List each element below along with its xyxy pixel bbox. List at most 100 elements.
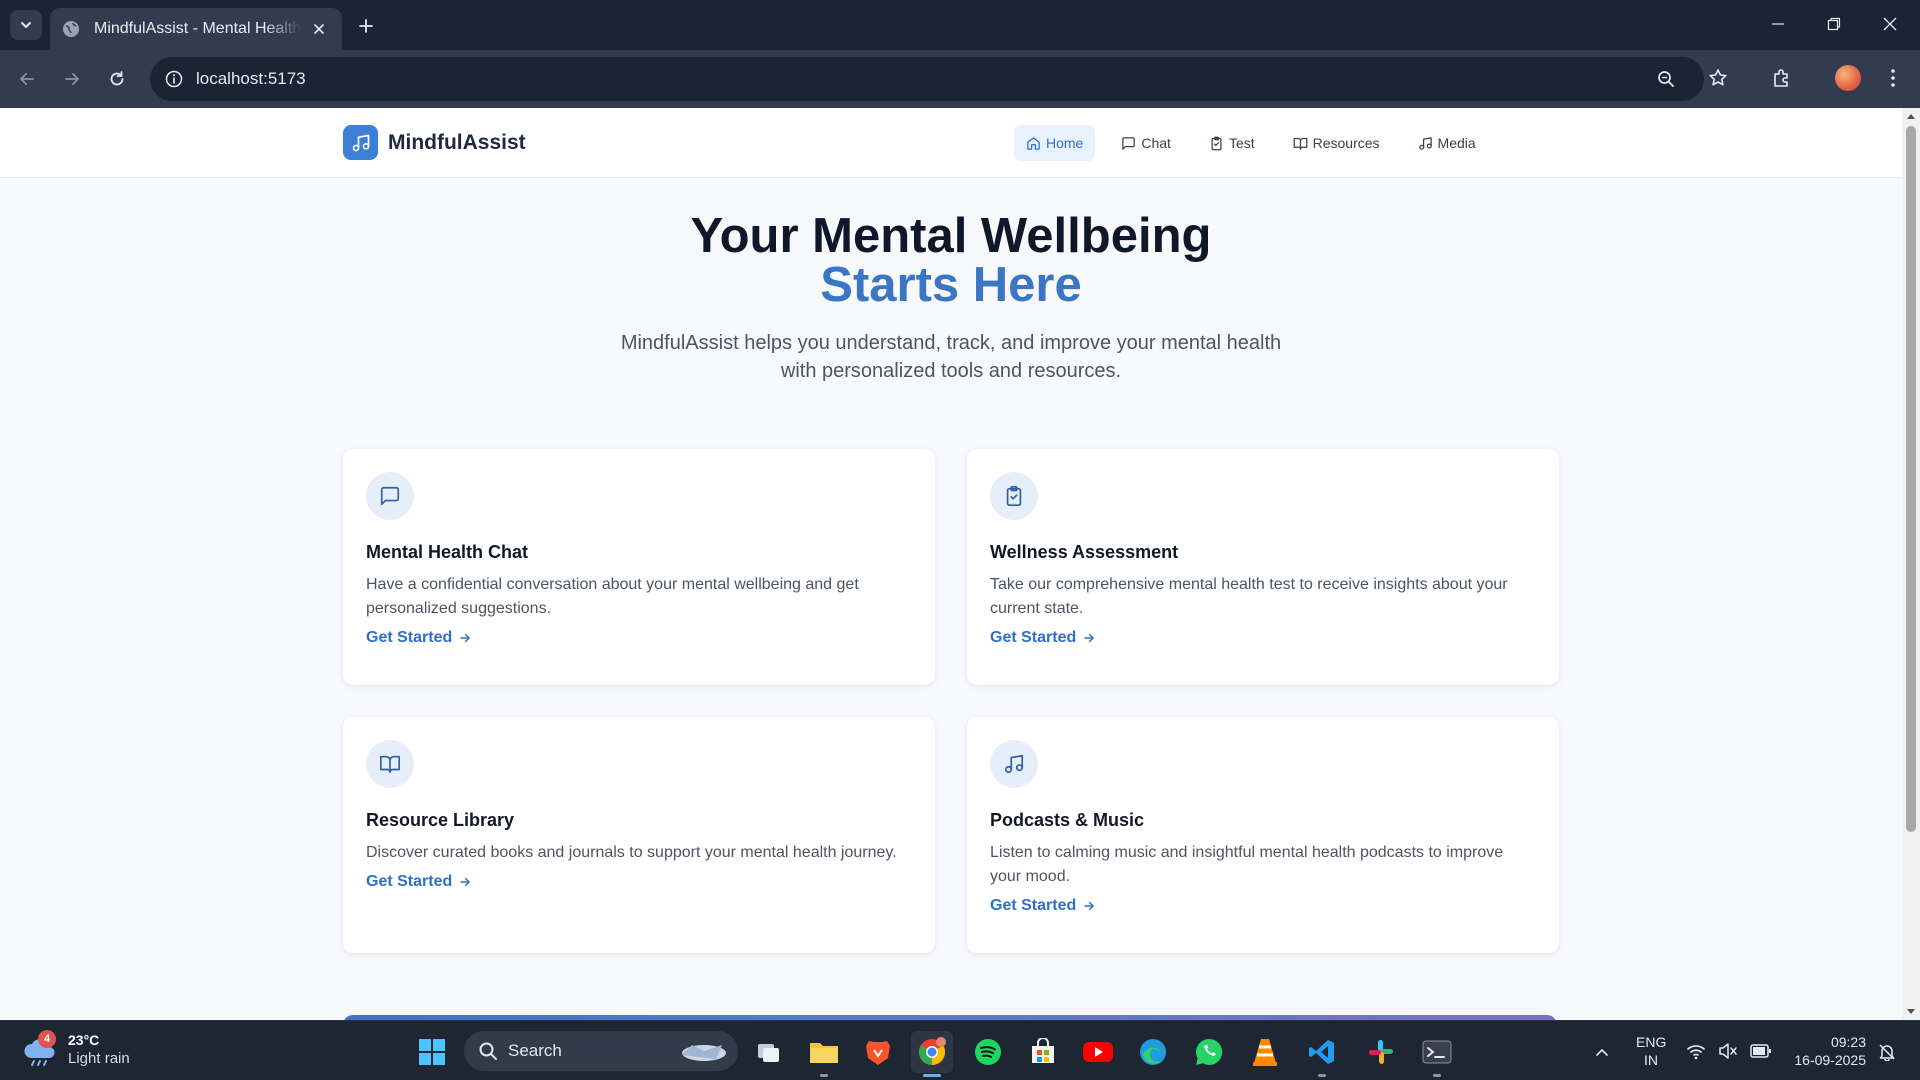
site-info-button[interactable] xyxy=(160,65,188,93)
whatsapp-app[interactable] xyxy=(1188,1031,1230,1073)
puzzle-icon xyxy=(1774,69,1788,87)
card-resource-library[interactable]: Resource Library Discover curated books … xyxy=(343,717,935,953)
nav-home-label: Home xyxy=(1046,135,1084,151)
card-description: Listen to calming music and insightful m… xyxy=(990,844,1504,885)
close-window-button[interactable] xyxy=(1872,8,1908,40)
bookmark-button[interactable] xyxy=(1701,61,1735,95)
get-started-label: Get Started xyxy=(990,629,1077,646)
start-button[interactable] xyxy=(411,1031,453,1073)
card-title: Mental Health Chat xyxy=(366,542,529,562)
scroll-down-icon[interactable] xyxy=(1906,1006,1916,1016)
windows-taskbar: 4 23°C Light rain Search ENG IN 09:23 16… xyxy=(0,1020,1920,1080)
vlc-app[interactable] xyxy=(1244,1031,1286,1073)
card-icon xyxy=(990,472,1038,520)
nav-resources[interactable]: Resources xyxy=(1281,125,1392,161)
brand-name: MindfulAssist xyxy=(388,130,526,154)
scrollbar-thumb[interactable] xyxy=(1906,126,1916,832)
notifications-button[interactable] xyxy=(1872,1031,1902,1073)
language-indicator[interactable]: ENG IN xyxy=(1636,1033,1666,1069)
task-view-button[interactable] xyxy=(748,1031,790,1073)
minimize-button[interactable] xyxy=(1760,8,1796,40)
nav-home[interactable]: Home xyxy=(1014,125,1096,161)
vscode-app[interactable] xyxy=(1301,1031,1343,1077)
scroll-up-icon[interactable] xyxy=(1906,112,1916,122)
more-vertical-icon xyxy=(1891,69,1895,87)
system-tray[interactable] xyxy=(1686,1021,1772,1080)
new-tab-button[interactable] xyxy=(352,12,380,40)
store-icon xyxy=(1032,1038,1054,1063)
restore-button[interactable] xyxy=(1816,8,1852,40)
nav-chat[interactable]: Chat xyxy=(1109,125,1183,161)
language-line: ENG xyxy=(1636,1034,1667,1050)
arrow-right-icon xyxy=(460,877,471,887)
terminal-app[interactable] xyxy=(1416,1031,1458,1077)
running-indicator xyxy=(820,1074,828,1077)
file-explorer-app[interactable] xyxy=(803,1031,845,1077)
reload-button[interactable] xyxy=(100,62,134,96)
chevron-up-icon xyxy=(1596,1049,1608,1056)
taskbar-search[interactable]: Search xyxy=(464,1031,738,1071)
profile-button[interactable] xyxy=(1831,61,1865,95)
brave-app[interactable] xyxy=(857,1031,899,1073)
get-started-link[interactable]: Get Started xyxy=(366,629,472,647)
battery-icon xyxy=(1750,1044,1771,1058)
weather-widget[interactable]: 4 23°C Light rain xyxy=(22,1030,130,1069)
minimize-icon xyxy=(1772,23,1784,25)
youtube-app[interactable] xyxy=(1077,1031,1119,1073)
search-icon xyxy=(479,1042,497,1060)
card-title: Wellness Assessment xyxy=(990,542,1179,562)
hero-title: Your Mental Wellbeing xyxy=(690,209,1212,263)
browser-tab[interactable]: MindfulAssist - Mental Health Assistant xyxy=(50,8,342,50)
clock[interactable]: 09:23 16-09-2025 xyxy=(1782,1033,1866,1069)
terminal-icon xyxy=(1422,1040,1452,1064)
arrow-right-icon xyxy=(1084,633,1095,643)
brand[interactable]: MindfulAssist xyxy=(343,125,526,160)
weather-temperature: 23°C xyxy=(68,1032,100,1048)
chrome-app[interactable] xyxy=(911,1031,953,1077)
card-mental-health-chat[interactable]: Mental Health Chat Have a confidential c… xyxy=(343,449,935,685)
tab-close-button[interactable] xyxy=(308,18,330,40)
card-icon xyxy=(990,740,1038,788)
arrow-right-icon xyxy=(1084,901,1095,911)
get-started-link[interactable]: Get Started xyxy=(990,629,1096,647)
card-description: Take our comprehensive mental health tes… xyxy=(990,576,1508,617)
zoom-button[interactable] xyxy=(1652,65,1680,93)
folder-icon xyxy=(810,1043,838,1063)
avatar xyxy=(1835,65,1861,91)
get-started-link[interactable]: Get Started xyxy=(990,897,1096,915)
vlc-cone-icon xyxy=(1253,1039,1277,1066)
card-wellness-assessment[interactable]: Wellness Assessment Take our comprehensi… xyxy=(967,449,1559,685)
search-label: Search xyxy=(508,1041,562,1060)
tab-search-button[interactable] xyxy=(10,10,42,40)
hero-title-accent: Starts Here xyxy=(820,258,1082,312)
back-button[interactable] xyxy=(10,62,44,96)
card-title: Resource Library xyxy=(366,810,515,830)
weather-badge: 4 xyxy=(38,1030,56,1048)
spotify-app[interactable] xyxy=(967,1031,1009,1073)
store-app[interactable] xyxy=(1022,1031,1064,1073)
nav-media[interactable]: Media xyxy=(1406,125,1488,161)
hero-subtitle-line: with personalized tools and resources. xyxy=(780,360,1122,382)
edge-app[interactable] xyxy=(1132,1031,1174,1073)
book-open-icon xyxy=(1293,137,1307,150)
task-view-icon xyxy=(758,1044,779,1062)
arrow-right-icon xyxy=(460,633,471,643)
page-scrollbar[interactable] xyxy=(1902,108,1920,1020)
show-hidden-icons-button[interactable] xyxy=(1580,1031,1624,1073)
page-viewport: MindfulAssist Home Chat Test Resources M… xyxy=(0,108,1902,1020)
get-started-label: Get Started xyxy=(366,629,453,646)
star-icon xyxy=(1709,69,1727,86)
card-description: Have a confidential conversation about y… xyxy=(366,576,859,617)
get-started-label: Get Started xyxy=(366,873,453,890)
browser-menu-button[interactable] xyxy=(1876,61,1910,95)
slack-app[interactable] xyxy=(1360,1031,1402,1073)
forward-button[interactable] xyxy=(55,62,89,96)
youtube-icon xyxy=(1083,1042,1113,1062)
brave-lion-icon xyxy=(866,1041,890,1065)
bell-icon xyxy=(1879,1044,1895,1061)
get-started-link[interactable]: Get Started xyxy=(366,873,472,891)
nav-test[interactable]: Test xyxy=(1197,125,1267,161)
address-bar[interactable]: localhost:5173 xyxy=(150,57,1704,101)
extensions-button[interactable] xyxy=(1765,61,1799,95)
card-podcasts-music[interactable]: Podcasts & Music Listen to calming music… xyxy=(967,717,1559,953)
